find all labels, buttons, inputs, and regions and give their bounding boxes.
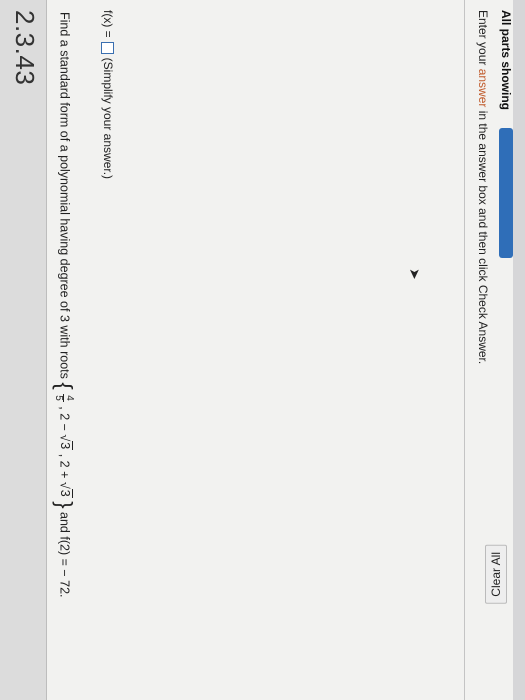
parts-showing-label: All parts showing <box>499 10 513 111</box>
question-suffix: and f(2) = − 72. <box>57 512 72 598</box>
left-brace: { <box>52 382 77 390</box>
clear-all-button[interactable]: Clear All <box>485 545 507 604</box>
divider <box>464 0 465 700</box>
title-band: 2.3.43 <box>0 0 47 700</box>
question-prefix: Find a standard form of a polynomial hav… <box>57 12 72 379</box>
instruction-text: Enter your answer in the answer box and … <box>476 10 490 365</box>
answer-input[interactable] <box>101 41 115 54</box>
root2-radicand: 3 <box>57 441 73 451</box>
fraction-denominator: 5 <box>53 395 65 401</box>
answer-label: f(x) = <box>101 10 115 38</box>
progress-bar <box>499 128 513 258</box>
page: 2.3.43 Find a standard form of a polynom… <box>0 0 525 700</box>
instruction-highlight: answer <box>476 68 490 108</box>
answer-hint: (Simplify your answer.) <box>101 57 115 180</box>
root2-prefix: , 2 − <box>57 406 72 435</box>
problem-number: 2.3.43 <box>10 10 40 86</box>
root3-prefix: , 2 + <box>57 453 72 482</box>
right-brace: } <box>52 501 77 509</box>
question-text: Find a standard form of a polynomial hav… <box>52 12 77 598</box>
window-edge <box>513 0 525 700</box>
answer-row: f(x) = (Simplify your answer.) <box>101 10 115 179</box>
root3-radicand: 3 <box>57 488 73 498</box>
mouse-cursor-icon: ➤ <box>407 268 423 280</box>
fraction-root: 4 5 <box>53 394 76 402</box>
fraction-numerator: 4 <box>63 394 76 402</box>
